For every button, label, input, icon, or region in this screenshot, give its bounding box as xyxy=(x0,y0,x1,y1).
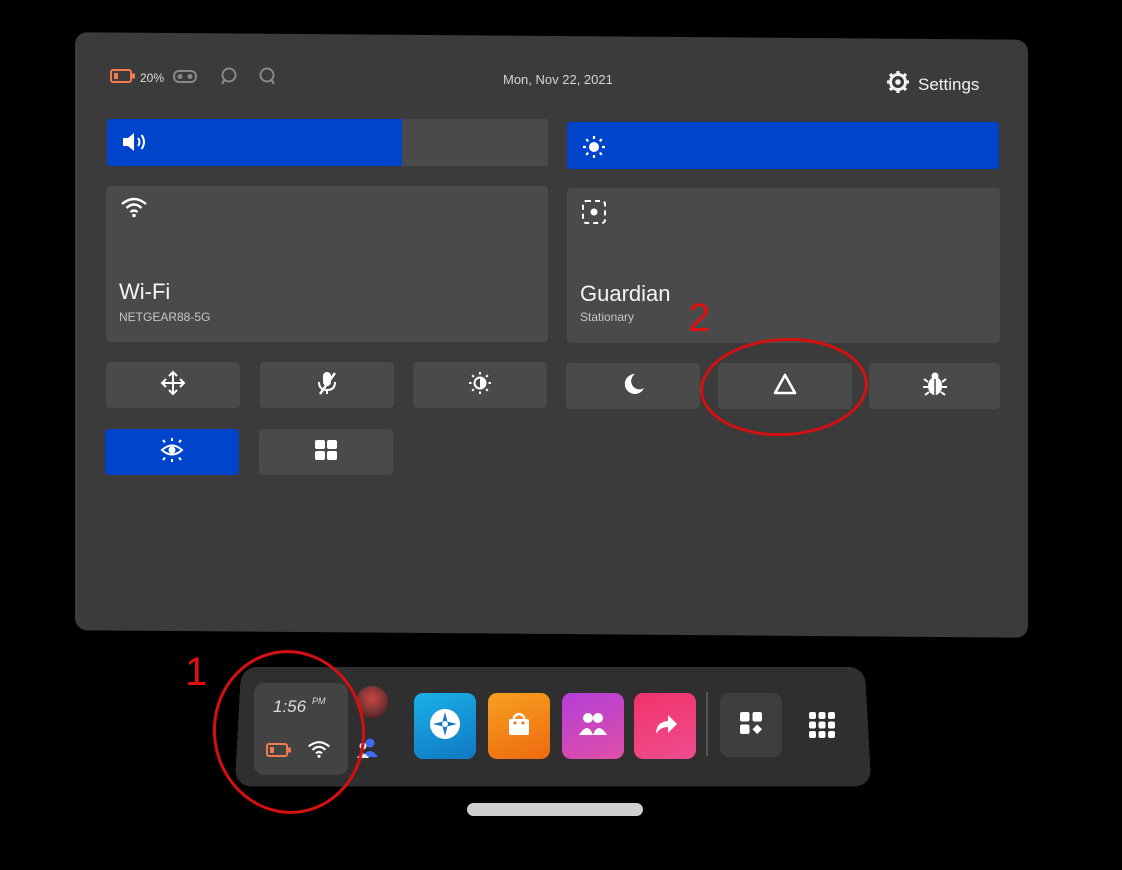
wifi-network-name: NETGEAR88-5G xyxy=(119,310,211,324)
wifi-tile[interactable]: Wi-Fi NETGEAR88-5G xyxy=(106,186,548,342)
people-app[interactable] xyxy=(562,693,624,759)
guardian-tile[interactable]: Guardian Stationary xyxy=(567,188,1000,343)
moon-icon xyxy=(620,371,646,402)
guardian-boundary-icon xyxy=(580,198,608,231)
compass-icon xyxy=(427,706,463,747)
brightness-slider-fill xyxy=(567,122,999,169)
guardian-title: Guardian xyxy=(580,281,671,306)
grid-apps-icon xyxy=(313,437,339,468)
recenter-button[interactable] xyxy=(106,362,240,408)
share-app[interactable] xyxy=(634,693,696,759)
shopping-bag-icon xyxy=(504,709,534,744)
volume-slider[interactable] xyxy=(107,119,548,166)
app-grid-button[interactable] xyxy=(259,429,393,475)
wifi-icon xyxy=(120,196,148,223)
left-controller-icon xyxy=(218,66,238,91)
annotation-label-1: 1 xyxy=(185,650,208,694)
mic-toggle-button[interactable] xyxy=(260,362,394,408)
sun-icon xyxy=(581,134,607,165)
brightness-slider[interactable] xyxy=(567,122,999,169)
volume-slider-fill xyxy=(107,119,403,166)
battery-percent: 20% xyxy=(140,71,165,85)
bug-icon xyxy=(921,370,949,403)
dock-separator xyxy=(706,692,708,756)
mic-off-icon xyxy=(313,369,341,402)
right-controller-icon xyxy=(258,66,278,91)
home-indicator-bar xyxy=(467,803,643,816)
passthrough-eye-icon xyxy=(158,436,186,469)
share-arrow-icon xyxy=(650,709,680,744)
settings-label: Settings xyxy=(918,74,980,94)
wifi-title: Wi-Fi xyxy=(119,279,171,304)
annotation-label-2: 2 xyxy=(688,296,711,340)
store-app[interactable] xyxy=(488,693,550,759)
battery-icon xyxy=(110,68,136,88)
headset-icon xyxy=(172,67,198,90)
volume-icon xyxy=(121,131,151,158)
settings-button[interactable]: Settings xyxy=(886,70,979,99)
quick-actions-button[interactable] xyxy=(720,693,782,757)
move-arrows-icon xyxy=(159,369,187,402)
status-row: 20% xyxy=(110,66,278,90)
gear-icon xyxy=(886,70,910,99)
app-library-icon[interactable] xyxy=(807,710,837,745)
night-mode-button[interactable] xyxy=(566,363,700,409)
guardian-mode: Stationary xyxy=(580,310,635,324)
date-label: Mon, Nov 22, 2021 xyxy=(503,72,613,87)
bug-report-button[interactable] xyxy=(869,363,1000,409)
brightness-icon xyxy=(467,370,493,401)
quick-actions-icon xyxy=(738,710,764,741)
explore-app[interactable] xyxy=(414,693,476,759)
group-icon xyxy=(577,709,609,744)
passthrough-button[interactable] xyxy=(105,429,239,475)
brightness-toggle-button[interactable] xyxy=(413,362,547,408)
